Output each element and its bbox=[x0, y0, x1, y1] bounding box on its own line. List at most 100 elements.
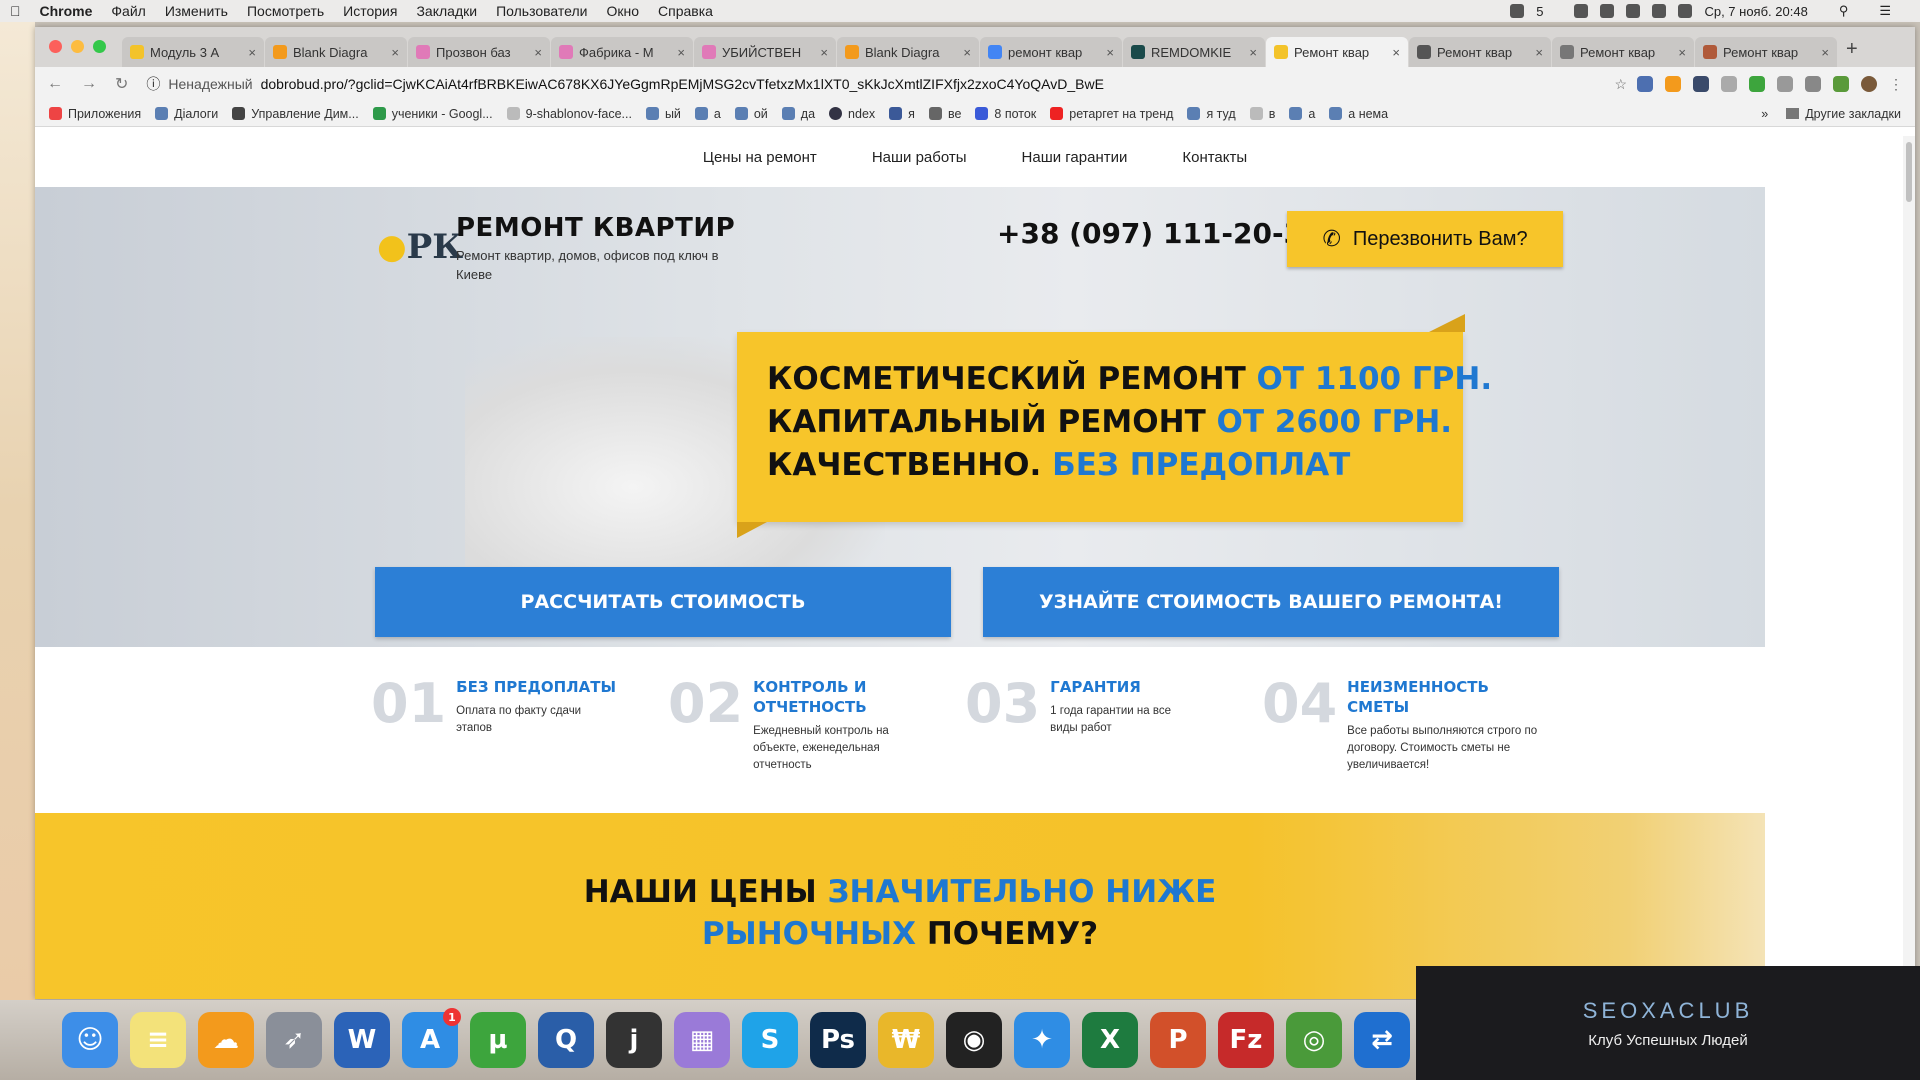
bookmark-item[interactable]: 8 поток bbox=[975, 107, 1036, 121]
url-input[interactable]: ⓘ Ненадежный dobrobud.pro/?gclid=CjwKCAi… bbox=[146, 74, 1604, 94]
tab-close-icon[interactable]: × bbox=[1678, 45, 1686, 60]
phone-number[interactable]: +38 (097) 111-20-30 bbox=[997, 217, 1323, 250]
info-icon[interactable]: ⓘ bbox=[146, 74, 160, 94]
bookmark-item[interactable]: а bbox=[694, 107, 721, 121]
tab-close-icon[interactable]: × bbox=[677, 45, 685, 60]
bookmark-item[interactable]: а bbox=[1289, 107, 1315, 121]
record-icon[interactable] bbox=[1600, 4, 1615, 18]
dock-filezilla-icon[interactable]: Fz bbox=[1218, 1012, 1274, 1068]
browser-tab[interactable]: Ремонт квар × bbox=[1552, 37, 1694, 67]
bookmark-other[interactable]: » Другие закладки bbox=[1761, 107, 1901, 121]
tab-close-icon[interactable]: × bbox=[820, 45, 828, 60]
notification-icon[interactable]: ☰ bbox=[1879, 3, 1891, 19]
extension-icon[interactable] bbox=[1637, 75, 1653, 92]
bookmark-item[interactable]: ве bbox=[928, 107, 961, 121]
dock-skype-icon[interactable]: S bbox=[742, 1012, 798, 1068]
dock-finder-icon[interactable]: ☺ bbox=[62, 1012, 118, 1068]
tab-close-icon[interactable]: × bbox=[963, 45, 971, 60]
dock-notes-icon[interactable]: ≡ bbox=[130, 1012, 186, 1068]
calculate-cost-button[interactable]: РАССЧИТАТЬ СТОИМОСТЬ bbox=[375, 567, 951, 637]
tab-close-icon[interactable]: × bbox=[1392, 45, 1400, 60]
nav-contacts[interactable]: Контакты bbox=[1182, 149, 1247, 166]
browser-tab[interactable]: Blank Diagra × bbox=[265, 37, 407, 67]
dock-quicktime-icon[interactable]: Q bbox=[538, 1012, 594, 1068]
zoom-window-button[interactable] bbox=[93, 40, 106, 53]
bookmark-item[interactable]: я bbox=[889, 107, 915, 121]
extension-icon[interactable] bbox=[1833, 75, 1849, 92]
browser-tab[interactable]: Blank Diagra × bbox=[837, 37, 979, 67]
menu-edit[interactable]: Изменить bbox=[165, 3, 228, 19]
bookmark-item[interactable]: ой bbox=[734, 107, 768, 121]
browser-tab[interactable]: Прозвон баз × bbox=[408, 37, 550, 67]
menu-bookmarks[interactable]: Закладки bbox=[416, 3, 477, 19]
dock-utorrent-icon[interactable]: µ bbox=[470, 1012, 526, 1068]
dock-chrome-icon[interactable]: ◎ bbox=[1286, 1012, 1342, 1068]
pen-icon[interactable] bbox=[1574, 4, 1589, 18]
dock-vlc-icon[interactable]: ₩ bbox=[878, 1012, 934, 1068]
chrome-menu-icon[interactable]: ⋮ bbox=[1889, 76, 1903, 93]
eject-icon[interactable] bbox=[1652, 4, 1667, 18]
bookmark-item[interactable]: ый bbox=[645, 107, 681, 121]
dock-word-icon[interactable]: W bbox=[334, 1012, 390, 1068]
callback-button[interactable]: ✆ Перезвонить Вам? bbox=[1287, 211, 1563, 267]
dock-teamviewer-icon[interactable]: ⇄ bbox=[1354, 1012, 1410, 1068]
dock-appstore-icon[interactable]: A1 bbox=[402, 1008, 461, 1068]
browser-tab[interactable]: REMDOMKIE × bbox=[1123, 37, 1265, 67]
dock-cloud-icon[interactable]: ☁ bbox=[198, 1012, 254, 1068]
status-icon[interactable] bbox=[1510, 4, 1525, 18]
tab-close-icon[interactable]: × bbox=[248, 45, 256, 60]
bookmark-item[interactable]: Управление Дим... bbox=[232, 107, 359, 121]
dock-safari-icon[interactable]: ✦ bbox=[1014, 1012, 1070, 1068]
bookmark-item[interactable]: в bbox=[1249, 107, 1275, 121]
extension-icon[interactable] bbox=[1749, 75, 1765, 92]
menu-help[interactable]: Справка bbox=[658, 3, 713, 19]
tab-close-icon[interactable]: × bbox=[1249, 45, 1257, 60]
nav-works[interactable]: Наши работы bbox=[872, 149, 967, 166]
menu-view[interactable]: Посмотреть bbox=[247, 3, 324, 19]
tab-close-icon[interactable]: × bbox=[1821, 45, 1829, 60]
bookmark-apps[interactable]: Приложения bbox=[49, 107, 141, 121]
bookmark-item[interactable]: Діалоги bbox=[155, 107, 218, 121]
nav-guarantees[interactable]: Наши гарантии bbox=[1022, 149, 1128, 166]
dock-photoshop-icon[interactable]: Ps bbox=[810, 1012, 866, 1068]
tab-close-icon[interactable]: × bbox=[534, 45, 542, 60]
wifi-icon[interactable] bbox=[1678, 4, 1693, 18]
tab-close-icon[interactable]: × bbox=[1106, 45, 1114, 60]
back-icon[interactable]: ← bbox=[47, 75, 63, 93]
close-window-button[interactable] bbox=[49, 40, 62, 53]
forward-icon[interactable]: → bbox=[81, 75, 97, 93]
bookmark-item[interactable]: а нема bbox=[1329, 107, 1388, 121]
bookmark-item[interactable]: да bbox=[781, 107, 815, 121]
cloud-icon[interactable] bbox=[1626, 4, 1641, 18]
menu-window[interactable]: Окно bbox=[606, 3, 639, 19]
dock-calendar-icon[interactable]: ▦ bbox=[674, 1012, 730, 1068]
bookmark-item[interactable]: 9-shablonov-face... bbox=[506, 107, 632, 121]
menu-app-name[interactable]: Chrome bbox=[40, 3, 93, 19]
nav-prices[interactable]: Цены на ремонт bbox=[703, 149, 817, 166]
browser-tab[interactable]: Модуль 3 А × bbox=[122, 37, 264, 67]
menu-file[interactable]: Файл bbox=[111, 3, 145, 19]
dock-excel-icon[interactable]: X bbox=[1082, 1012, 1138, 1068]
extension-icon[interactable] bbox=[1777, 75, 1793, 92]
apple-icon[interactable]:  bbox=[10, 3, 21, 19]
dock-launchpad-icon[interactable]: ➶ bbox=[266, 1012, 322, 1068]
browser-tab[interactable]: Ремонт квар × bbox=[1695, 37, 1837, 67]
extension-icon[interactable] bbox=[1805, 75, 1821, 92]
extension-icon[interactable] bbox=[1665, 75, 1681, 92]
clock[interactable]: Ср, 7 нояб. 20:48 bbox=[1704, 4, 1807, 19]
battery-count[interactable]: 5 bbox=[1536, 4, 1543, 19]
bookmark-item[interactable]: ретаргет на тренд bbox=[1050, 107, 1173, 121]
bookmark-item[interactable]: ndex bbox=[829, 107, 875, 121]
bookmark-item[interactable]: ученики - Googl... bbox=[372, 107, 493, 121]
browser-tab[interactable]: Ремонт квар × bbox=[1409, 37, 1551, 67]
site-logo[interactable]: ●РК bbox=[377, 227, 463, 267]
page-scrollbar[interactable] bbox=[1903, 136, 1915, 999]
tab-close-icon[interactable]: × bbox=[1535, 45, 1543, 60]
spotlight-icon[interactable]: ⚲ bbox=[1839, 3, 1849, 19]
learn-cost-button[interactable]: УЗНАЙТЕ СТОИМОСТЬ ВАШЕГО РЕМОНТА! bbox=[983, 567, 1559, 637]
browser-tab[interactable]: ремонт квар × bbox=[980, 37, 1122, 67]
extension-icon[interactable] bbox=[1721, 75, 1737, 92]
chevron-right-icon[interactable]: » bbox=[1761, 107, 1768, 121]
reload-icon[interactable]: ↻ bbox=[115, 74, 128, 94]
minimize-window-button[interactable] bbox=[71, 40, 84, 53]
